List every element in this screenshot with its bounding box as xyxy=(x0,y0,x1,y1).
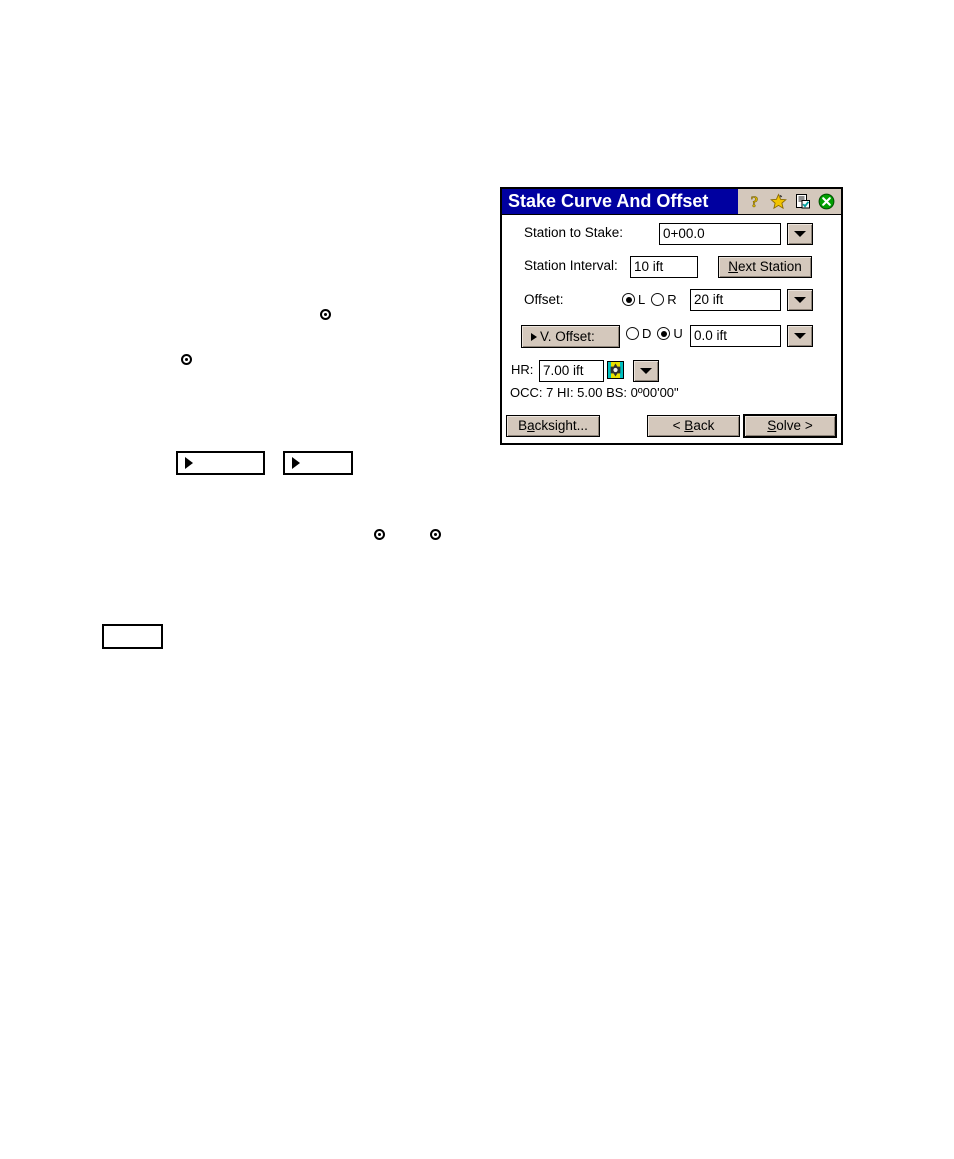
favorites-star-icon[interactable] xyxy=(770,193,787,210)
offset-right-label: R xyxy=(667,292,677,307)
dialog-title-bar: Stake Curve And Offset ? xyxy=(502,189,841,215)
svg-text:?: ? xyxy=(751,194,759,210)
stake-curve-and-offset-dialog: Stake Curve And Offset ? Station to Stak… xyxy=(500,187,843,445)
station-to-stake-label: Station to Stake: xyxy=(524,225,624,240)
right-arrow-icon xyxy=(292,457,300,469)
doc-radio-marker-2 xyxy=(181,354,192,365)
doc-blank-button[interactable] xyxy=(102,624,163,649)
right-arrow-icon xyxy=(531,332,537,341)
v-offset-down-label: D xyxy=(642,326,652,341)
v-offset-button[interactable]: V. Offset: xyxy=(521,325,620,348)
back-button[interactable]: < Back xyxy=(647,415,740,437)
v-offset-up-label: U xyxy=(673,326,683,341)
solve-button[interactable]: Solve > xyxy=(743,414,837,438)
dialog-body: Station to Stake: 0+00.0 Station Interva… xyxy=(502,215,841,443)
station-interval-input[interactable]: 10 ift xyxy=(630,256,698,278)
offset-dropdown-button[interactable] xyxy=(787,289,813,311)
v-offset-down-radio[interactable] xyxy=(626,327,639,340)
hr-label: HR: xyxy=(511,362,534,377)
doc-radio-marker-4 xyxy=(430,529,441,540)
station-to-stake-row: Station to Stake: xyxy=(524,225,623,240)
station-to-stake-input[interactable]: 0+00.0 xyxy=(659,223,781,245)
doc-radio-marker-3 xyxy=(374,529,385,540)
occ-hi-bs-status: OCC: 7 HI: 5.00 BS: 0º00'00" xyxy=(510,385,679,400)
station-to-stake-dropdown-button[interactable] xyxy=(787,223,813,245)
prism-target-icon[interactable] xyxy=(607,361,624,379)
hr-input[interactable]: 7.00 ift xyxy=(539,360,604,382)
station-interval-label: Station Interval: xyxy=(524,258,618,273)
backsight-button[interactable]: Backsight... xyxy=(506,415,600,437)
v-offset-up-radio[interactable] xyxy=(657,327,671,340)
doc-radio-marker-1 xyxy=(320,309,331,320)
hr-dropdown-button[interactable] xyxy=(633,360,659,382)
hr-row: HR: xyxy=(511,362,533,377)
offset-value-input[interactable]: 20 ift xyxy=(690,289,781,311)
station-interval-row: Station Interval: xyxy=(524,258,618,273)
offset-row: Offset: xyxy=(524,292,564,307)
offset-left-radio[interactable] xyxy=(622,293,635,306)
v-offset-button-label: V. Offset: xyxy=(540,329,595,344)
doc-arrow-button-1[interactable] xyxy=(176,451,265,475)
dialog-title: Stake Curve And Offset xyxy=(502,189,738,214)
task-list-icon[interactable] xyxy=(794,193,811,210)
help-icon[interactable]: ? xyxy=(746,193,763,210)
next-station-button[interactable]: Next Station xyxy=(718,256,812,278)
v-offset-radio-group: D U xyxy=(626,326,689,341)
v-offset-dropdown-button[interactable] xyxy=(787,325,813,347)
close-icon[interactable] xyxy=(818,193,835,210)
v-offset-value-input[interactable]: 0.0 ift xyxy=(690,325,781,347)
offset-left-label: L xyxy=(638,292,646,307)
title-bar-icon-strip: ? xyxy=(738,189,841,214)
offset-radio-group: L R xyxy=(622,292,683,307)
right-arrow-icon xyxy=(185,457,193,469)
offset-label: Offset: xyxy=(524,292,564,307)
offset-right-radio[interactable] xyxy=(651,293,665,306)
doc-arrow-button-2[interactable] xyxy=(283,451,353,475)
